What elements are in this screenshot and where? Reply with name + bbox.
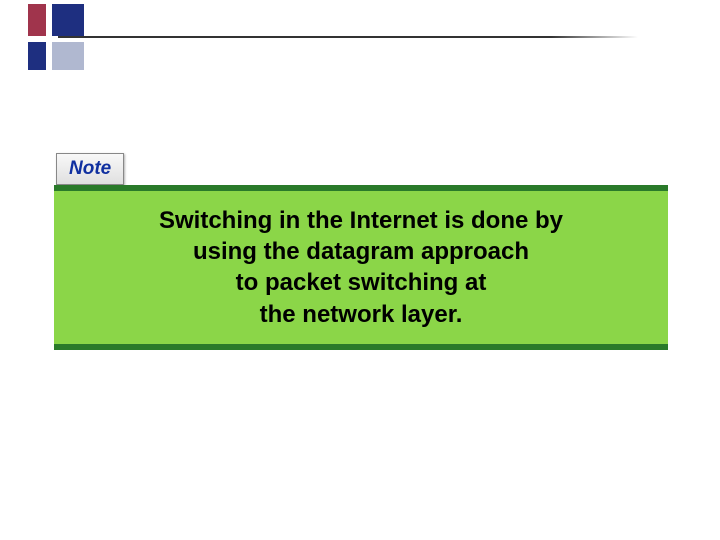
logo-quadrant <box>28 42 46 70</box>
logo-quadrant <box>52 4 84 36</box>
logo-quadrant <box>52 42 84 70</box>
callout-body: Switching in the Internet is done by usi… <box>54 191 668 344</box>
callout-box: Switching in the Internet is done by usi… <box>54 185 668 350</box>
logo-quadrant <box>28 4 46 36</box>
header-divider <box>58 36 638 38</box>
callout-line: to packet switching at <box>74 267 648 298</box>
callout-bottom-border <box>54 344 668 350</box>
callout-line: Switching in the Internet is done by <box>74 205 648 236</box>
callout-line: the network layer. <box>74 299 648 330</box>
note-badge: Note <box>56 153 124 185</box>
note-label: Note <box>69 158 111 179</box>
callout-line: using the datagram approach <box>74 236 648 267</box>
